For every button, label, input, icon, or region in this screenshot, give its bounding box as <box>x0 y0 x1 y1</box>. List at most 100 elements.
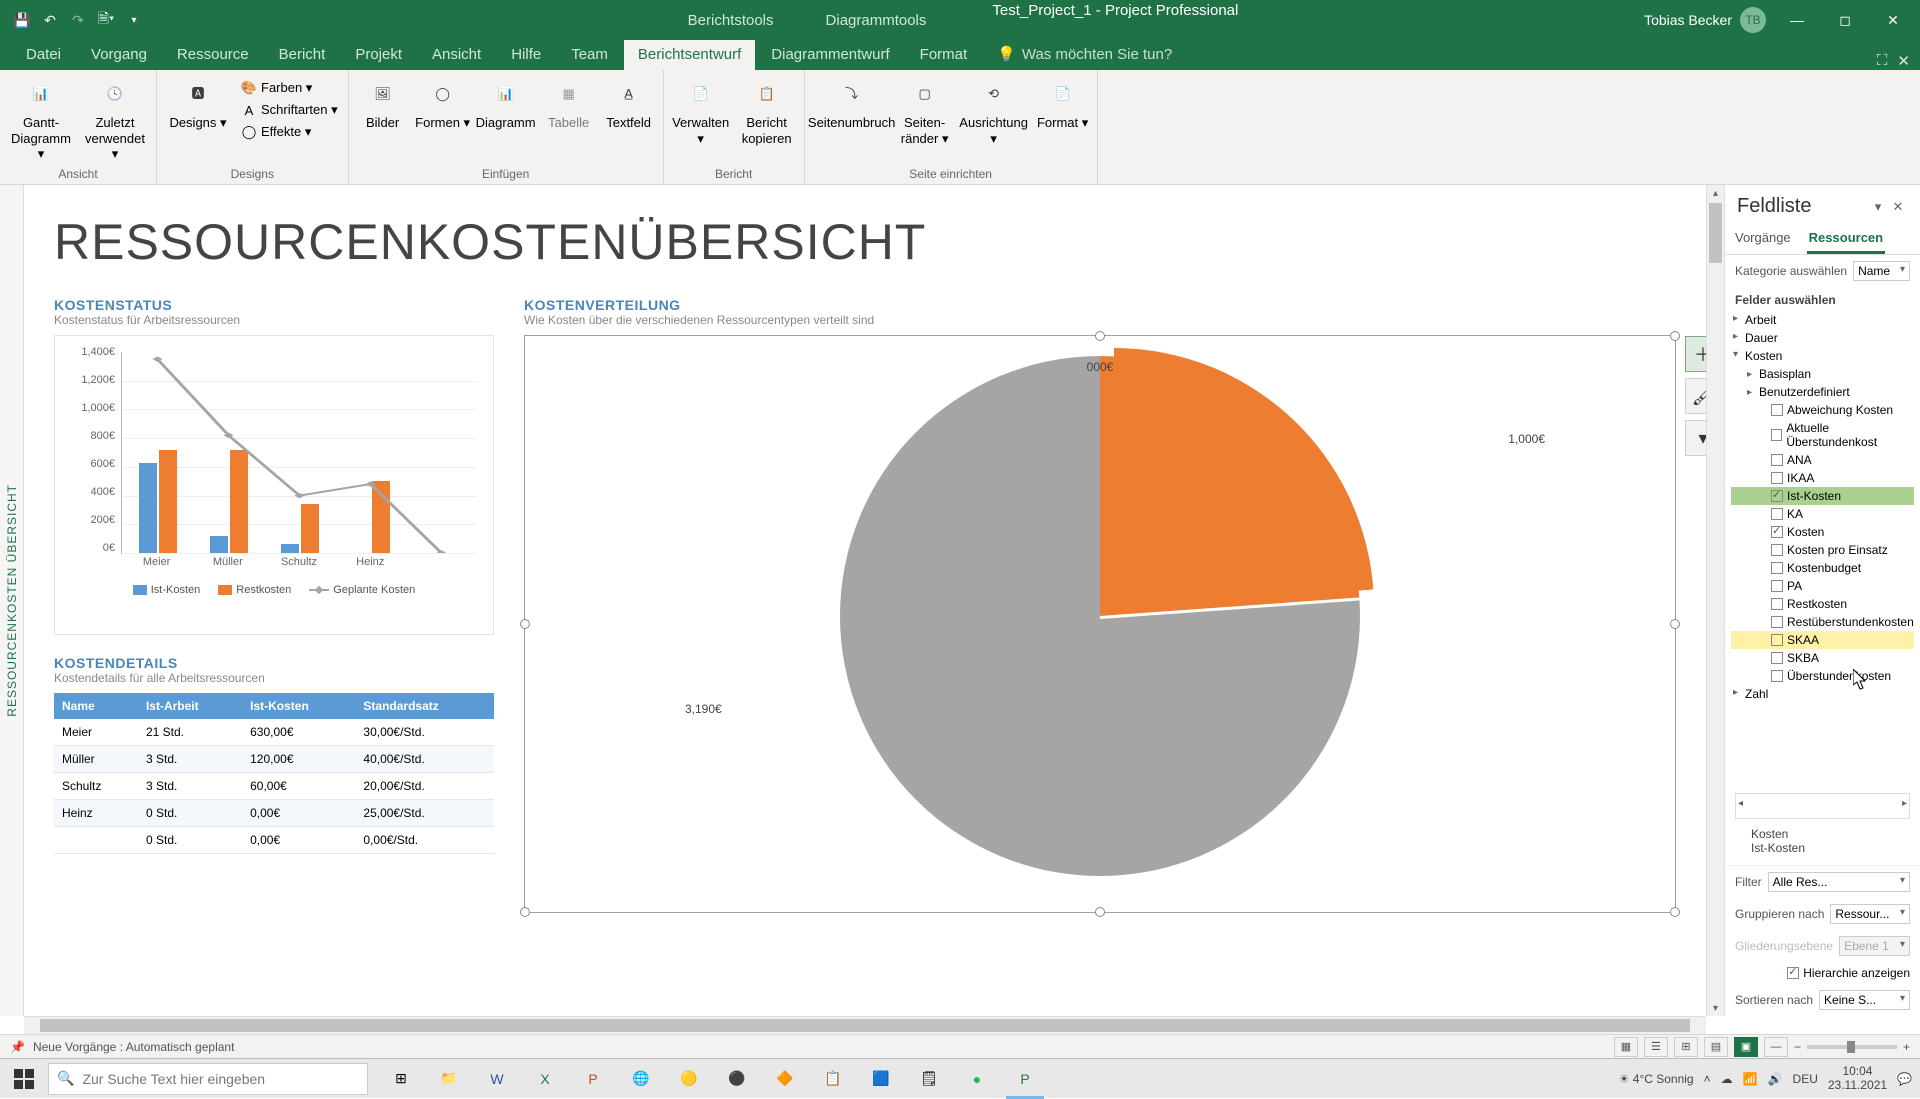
zoom-slider[interactable] <box>1807 1045 1897 1049</box>
tray-network-icon[interactable]: 📶 <box>1743 1072 1758 1086</box>
tree-leaf[interactable]: Ist-Kosten <box>1731 487 1914 505</box>
view-shortcut-1[interactable]: ▦ <box>1614 1037 1638 1057</box>
tree-leaf[interactable]: Kostenbudget <box>1731 559 1914 577</box>
scroll-left-icon[interactable]: ◂ <box>1738 798 1743 809</box>
field-checkbox[interactable] <box>1771 616 1783 628</box>
tab-ansicht[interactable]: Ansicht <box>418 40 495 70</box>
tray-notifications-icon[interactable]: 💬 <box>1897 1072 1912 1086</box>
view-shortcut-4[interactable]: ▤ <box>1704 1037 1728 1057</box>
tray-date[interactable]: 23.11.2021 <box>1828 1079 1887 1092</box>
chart-elements-button[interactable]: ＋ <box>1685 336 1706 372</box>
taskbar-app-8[interactable]: 🗒 <box>906 1059 952 1099</box>
gantt-chart-button[interactable]: 📊 Gantt-Diagramm ▾ <box>6 74 76 162</box>
taskbar-app-6[interactable]: 📋 <box>810 1059 856 1099</box>
resize-handle[interactable] <box>1670 331 1680 341</box>
zoom-thumb[interactable] <box>1847 1041 1855 1053</box>
taskbar-app-chrome[interactable]: 🟡 <box>666 1059 712 1099</box>
groupby-select[interactable]: Ressour... <box>1830 904 1910 924</box>
task-view-button[interactable]: ⊞ <box>378 1059 424 1099</box>
taskbar-app-word[interactable]: W <box>474 1059 520 1099</box>
taskbar-app-project[interactable]: P <box>1002 1059 1048 1099</box>
shapes-button[interactable]: ◯Formen ▾ <box>415 74 471 131</box>
view-shortcut-2[interactable]: ☰ <box>1644 1037 1668 1057</box>
sort-select[interactable]: Keine S... <box>1819 990 1910 1010</box>
resize-handle[interactable] <box>1670 907 1680 917</box>
tray-language[interactable]: DEU <box>1793 1072 1818 1086</box>
horizontal-scrollbar[interactable] <box>24 1016 1706 1034</box>
field-checkbox[interactable] <box>1771 544 1783 556</box>
designs-button[interactable]: 🅰 Designs ▾ <box>163 74 233 131</box>
resize-handle[interactable] <box>1670 619 1680 629</box>
tree-leaf[interactable]: Aktuelle Überstundenkost <box>1731 419 1914 451</box>
tab-datei[interactable]: Datei <box>12 40 75 70</box>
taskbar-app-obs[interactable]: ⚫ <box>714 1059 760 1099</box>
filter-select[interactable]: Alle Res... <box>1768 872 1910 892</box>
tree-node-zahl[interactable]: Zahl <box>1731 685 1914 703</box>
tree-node-basisplan[interactable]: ▸Basisplan <box>1731 365 1914 383</box>
tab-vorgang[interactable]: Vorgang <box>77 40 161 70</box>
contextual-tab-charttools[interactable]: Diagrammtools <box>820 2 933 39</box>
chart-filter-button[interactable]: ▾ <box>1685 420 1706 456</box>
tab-hilfe[interactable]: Hilfe <box>497 40 555 70</box>
resize-handle[interactable] <box>520 907 530 917</box>
tab-format[interactable]: Format <box>906 40 982 70</box>
report-canvas[interactable]: RESSOURCENKOSTENÜBERSICHT KOSTENSTATUS K… <box>24 185 1706 1016</box>
taskbar-app-edge[interactable]: 🌐 <box>618 1059 664 1099</box>
tree-leaf[interactable]: SKAA <box>1731 631 1914 649</box>
vertical-tab[interactable]: RESSOURCENKOSTEN ÜBERSICHT <box>0 185 24 1016</box>
tree-leaf[interactable]: KA <box>1731 505 1914 523</box>
field-checkbox[interactable] <box>1771 429 1782 441</box>
redo-icon[interactable]: ↷ <box>68 10 88 30</box>
scroll-down-icon[interactable]: ▾ <box>1707 1000 1724 1016</box>
tray-time[interactable]: 10:04 <box>1828 1065 1887 1078</box>
tree-leaf[interactable]: IKAA <box>1731 469 1914 487</box>
tab-team[interactable]: Team <box>557 40 622 70</box>
view-shortcut-6[interactable]: — <box>1764 1037 1788 1057</box>
tree-leaf[interactable]: Restüberstundenkosten <box>1731 613 1914 631</box>
tree-leaf[interactable]: SKBA <box>1731 649 1914 667</box>
tray-chevron-icon[interactable]: ˄ <box>1704 1072 1711 1086</box>
field-checkbox[interactable] <box>1771 490 1783 502</box>
field-checkbox[interactable] <box>1771 472 1783 484</box>
horizontal-scroll-box[interactable]: ◂ ▸ <box>1735 793 1910 819</box>
tree-leaf[interactable]: Kosten pro Einsatz <box>1731 541 1914 559</box>
tree-leaf[interactable]: ANA <box>1731 451 1914 469</box>
chart-styles-button[interactable]: 🖌 <box>1685 378 1706 414</box>
tab-ressource[interactable]: Ressource <box>163 40 263 70</box>
panel-tab-vorgaenge[interactable]: Vorgänge <box>1733 224 1793 254</box>
save-icon[interactable]: 💾 <box>12 10 32 30</box>
doc-icon[interactable]: 🗎▾ <box>96 10 116 30</box>
tree-node-kosten[interactable]: Kosten <box>1731 347 1914 365</box>
tree-leaf[interactable]: Überstundenkosten <box>1731 667 1914 685</box>
view-shortcut-5[interactable]: ▣ <box>1734 1037 1758 1057</box>
resize-handle[interactable] <box>520 619 530 629</box>
taskbar-app-excel[interactable]: X <box>522 1059 568 1099</box>
field-checkbox[interactable] <box>1771 580 1783 592</box>
field-tree[interactable]: Arbeit Dauer Kosten ▸Basisplan ▸Benutzer… <box>1725 309 1920 789</box>
panel-close-icon[interactable]: ✕ <box>1888 199 1908 215</box>
pagebreak-button[interactable]: ⤵Seitenumbruch <box>811 74 893 131</box>
tray-volume-icon[interactable]: 🔊 <box>1768 1072 1783 1086</box>
size-button[interactable]: 📄Format ▾ <box>1035 74 1091 131</box>
table-button[interactable]: ▦Tabelle <box>541 74 597 131</box>
hscroll-thumb[interactable] <box>40 1019 1690 1032</box>
details-table[interactable]: NameIst-ArbeitIst-KostenStandardsatz Mei… <box>54 693 494 854</box>
field-checkbox[interactable] <box>1771 670 1783 682</box>
zoom-in-button[interactable]: + <box>1903 1040 1910 1054</box>
scroll-thumb[interactable] <box>1709 203 1722 263</box>
pie-chart-container[interactable]: 000€ 1,000€ 3,190€ ＋ 🖌 ▾ Diagrammelement… <box>524 335 1676 913</box>
tree-node-dauer[interactable]: Dauer <box>1731 329 1914 347</box>
qat-more-icon[interactable]: ▾ <box>124 10 144 30</box>
selected-field-istkosten[interactable]: Ist-Kosten <box>1751 841 1910 855</box>
field-checkbox[interactable] <box>1771 526 1783 538</box>
hierarchy-checkbox[interactable] <box>1787 967 1799 979</box>
start-button[interactable] <box>0 1059 48 1099</box>
ribbon-close-icon[interactable]: ✕ <box>1897 52 1910 70</box>
tab-projekt[interactable]: Projekt <box>341 40 416 70</box>
table-row[interactable]: 0 Std.0,00€0,00€/Std. <box>54 827 494 854</box>
pie-chart[interactable] <box>840 356 1360 876</box>
category-select[interactable]: Name <box>1853 261 1910 281</box>
tell-me-input[interactable]: 💡 Was möchten Sie tun? <box>983 39 1186 70</box>
contextual-tab-reporttools[interactable]: Berichtstools <box>682 2 780 39</box>
textbox-button[interactable]: A̲Textfeld <box>601 74 657 131</box>
